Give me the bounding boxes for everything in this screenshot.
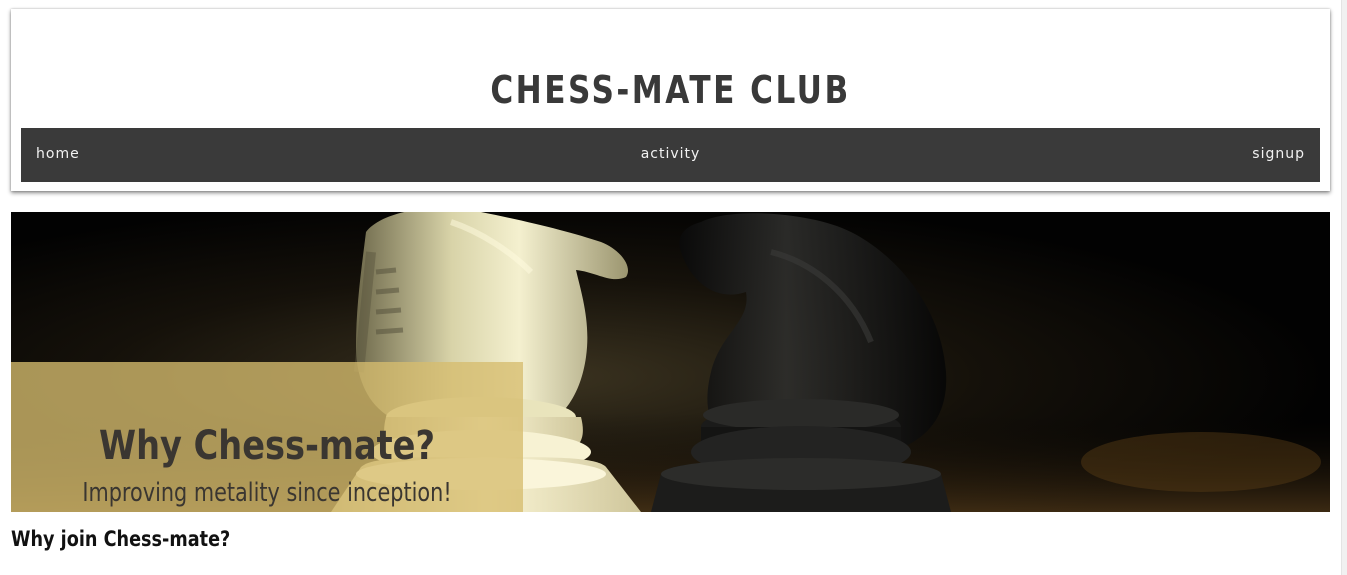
- hero-heading: Why Chess-mate?: [99, 423, 435, 470]
- site-header: CHESS-MATE CLUB home activity signup: [11, 9, 1330, 191]
- hero-caption-box: Why Chess-mate? Improving metality since…: [11, 362, 523, 512]
- main-navbar: home activity signup: [21, 128, 1320, 182]
- nav-link-activity[interactable]: activity: [641, 146, 701, 162]
- hero-subheading: Improving metality since inception!: [82, 478, 452, 508]
- nav-link-signup[interactable]: signup: [1252, 146, 1305, 162]
- page-scrollbar[interactable]: [1341, 0, 1347, 575]
- site-title: CHESS-MATE CLUB: [490, 68, 851, 113]
- hero-banner: Why Chess-mate? Improving metality since…: [11, 212, 1330, 512]
- nav-link-home[interactable]: home: [36, 146, 80, 162]
- section-heading-why-join: Why join Chess-mate?: [11, 527, 231, 551]
